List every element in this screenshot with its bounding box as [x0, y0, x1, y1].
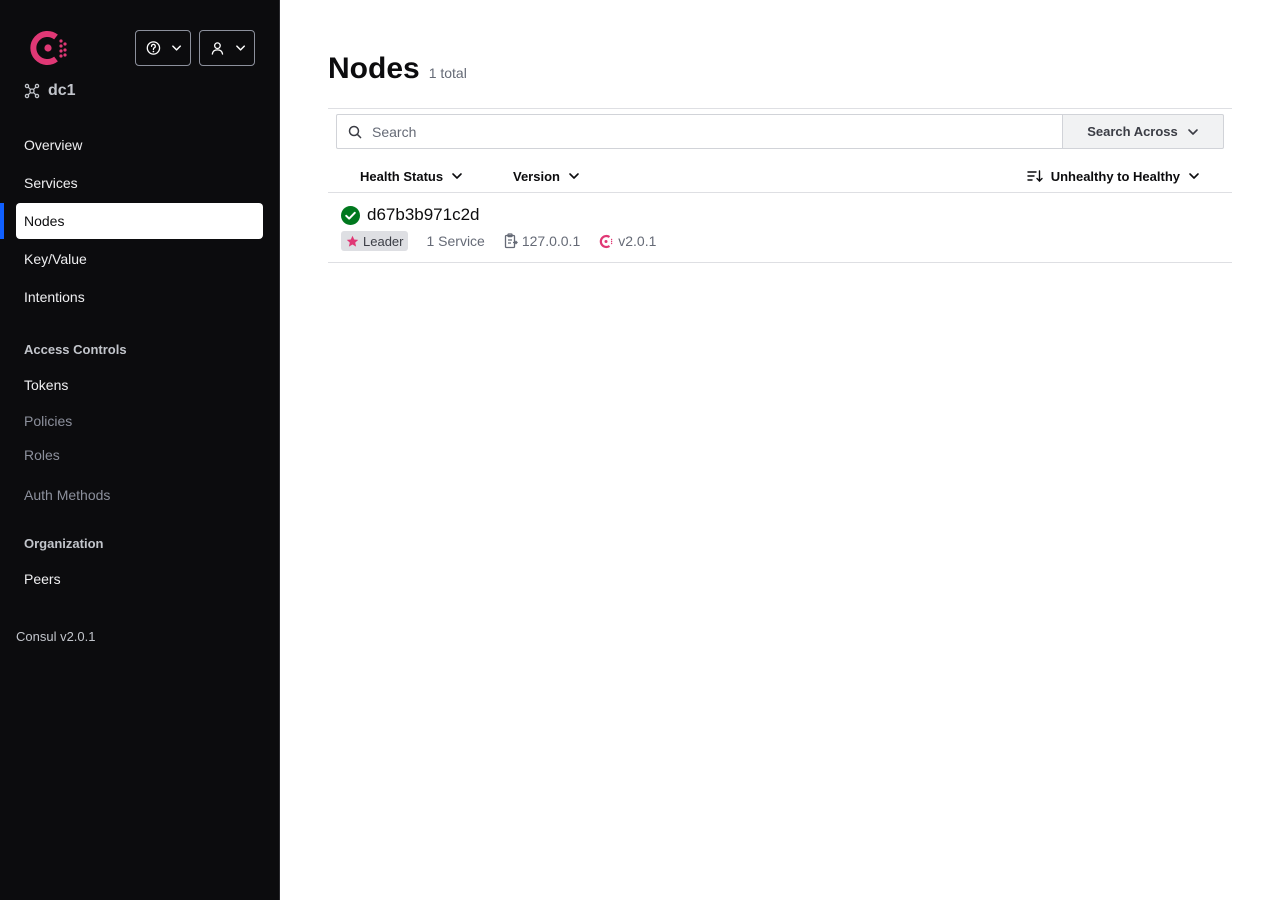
- search-toolbar: Search Across Health Status Version: [328, 108, 1232, 193]
- chevron-down-icon: [569, 173, 579, 179]
- nav-item-overview[interactable]: Overview: [16, 127, 263, 163]
- page-title: Nodes: [328, 52, 420, 85]
- datacenter-name: dc1: [48, 82, 76, 99]
- datacenter-selector[interactable]: dc1: [24, 82, 76, 100]
- user-menu-button[interactable]: [199, 30, 255, 66]
- nav-item-peers[interactable]: Peers: [16, 561, 263, 597]
- nav-item-policies[interactable]: Policies: [16, 405, 263, 437]
- user-icon: [211, 42, 224, 55]
- main-nav: Overview Services Nodes Key/Value Intent…: [0, 127, 279, 599]
- node-meta: Leader 1 Service 127.0.0.1 v2.0.1: [341, 231, 656, 251]
- nav-item-nodes[interactable]: Nodes: [0, 203, 263, 239]
- node-count: 1 total: [428, 65, 467, 81]
- leader-badge-label: Leader: [363, 233, 404, 249]
- clipboard-copy-icon[interactable]: [504, 233, 518, 249]
- nav-item-intentions[interactable]: Intentions: [16, 279, 263, 315]
- health-passing-icon: [341, 205, 360, 225]
- search-across-label: Search Across: [1087, 124, 1178, 139]
- chevron-down-icon: [235, 45, 245, 51]
- chevron-down-icon: [1187, 128, 1198, 135]
- search-input[interactable]: [372, 123, 1032, 140]
- consul-version: Consul v2.0.1: [16, 629, 96, 644]
- organization-heading: Organization: [24, 535, 104, 551]
- node-header: d67b3b971c2d: [341, 205, 480, 225]
- node-version: v2.0.1: [599, 233, 656, 249]
- chevron-down-icon: [171, 45, 181, 51]
- sort-icon: [1027, 170, 1043, 182]
- node-name-link[interactable]: d67b3b971c2d: [367, 205, 480, 225]
- help-menu-button[interactable]: [135, 30, 191, 66]
- leader-badge: Leader: [341, 231, 409, 251]
- consul-icon: [600, 234, 613, 248]
- nav-item-keyvalue[interactable]: Key/Value: [16, 241, 263, 277]
- access-controls-heading: Access Controls: [24, 341, 127, 357]
- sort-label: Unhealthy to Healthy: [1050, 168, 1180, 184]
- star-icon: [346, 235, 359, 247]
- node-version-value: v2.0.1: [618, 233, 657, 249]
- chevron-down-icon: [1189, 173, 1199, 179]
- datacenter-icon: [24, 83, 40, 99]
- nav-item-tokens[interactable]: Tokens: [16, 367, 263, 403]
- page-header: Nodes 1 total: [328, 52, 467, 86]
- search-box: [336, 114, 1063, 149]
- version-filter[interactable]: Version: [513, 161, 580, 191]
- health-status-filter[interactable]: Health Status: [360, 161, 463, 191]
- nav-item-services[interactable]: Services: [16, 165, 263, 201]
- sidebar: dc1 Overview Services Nodes Key/Value In…: [0, 0, 280, 900]
- main-content: Nodes 1 total Search Across Health Statu…: [280, 0, 1280, 900]
- node-row[interactable]: d67b3b971c2d Leader 1 Service 127.0.0.1 …: [328, 193, 1232, 263]
- nav-item-roles[interactable]: Roles: [16, 439, 263, 471]
- sort-dropdown[interactable]: Unhealthy to Healthy: [1027, 161, 1200, 191]
- chevron-down-icon: [452, 173, 462, 179]
- node-address-value: 127.0.0.1: [521, 233, 581, 249]
- node-services: 1 Service: [426, 233, 485, 249]
- consul-logo-icon[interactable]: [30, 30, 68, 66]
- nav-item-auth-methods[interactable]: Auth Methods: [16, 473, 263, 517]
- help-icon: [146, 41, 161, 55]
- search-icon: [348, 125, 362, 138]
- version-filter-label: Version: [513, 168, 560, 184]
- node-address: 127.0.0.1: [504, 233, 580, 249]
- health-status-label: Health Status: [360, 168, 444, 184]
- search-across-button[interactable]: Search Across: [1062, 114, 1224, 149]
